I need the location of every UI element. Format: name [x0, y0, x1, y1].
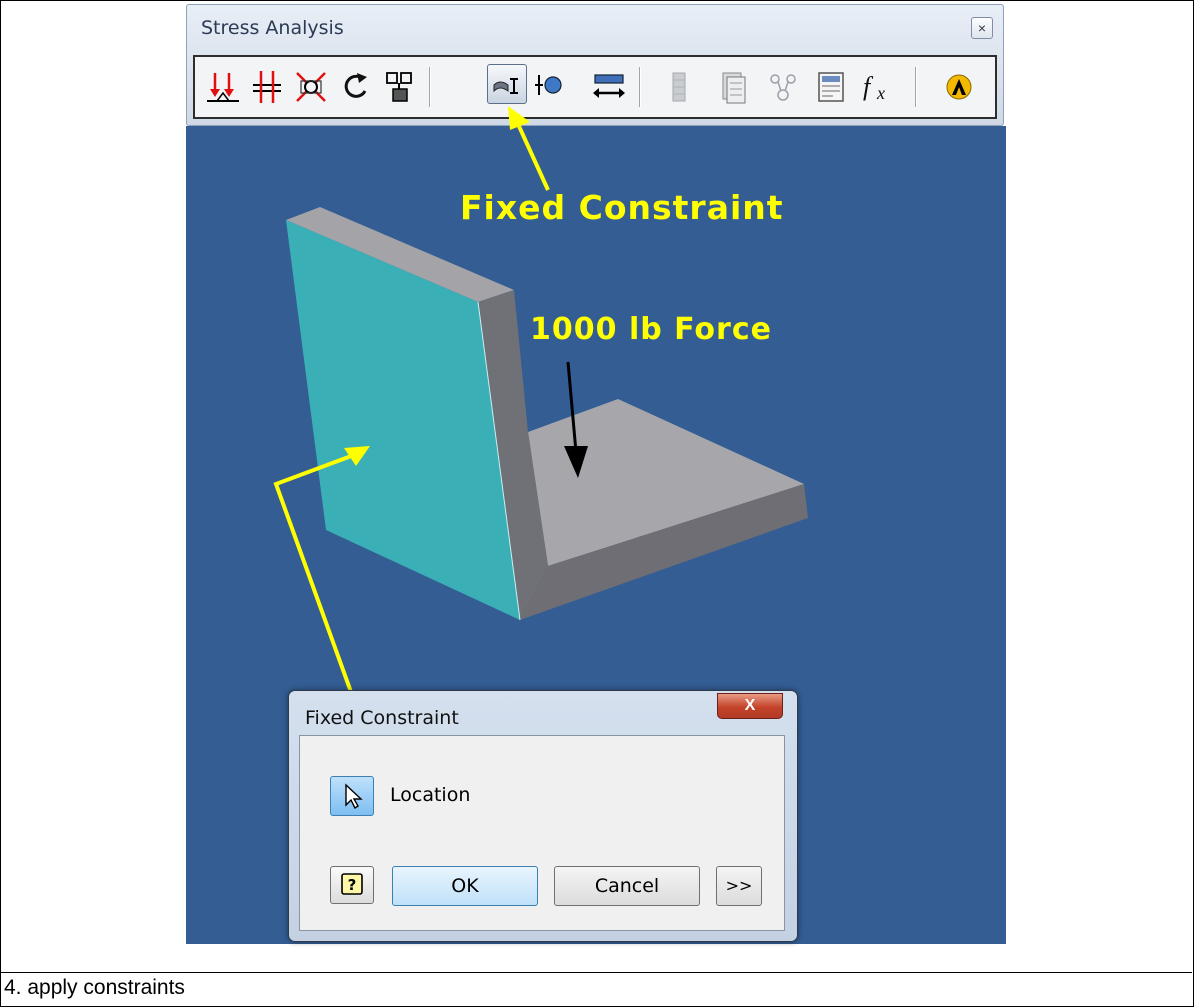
- expand-button[interactable]: >>: [716, 866, 762, 906]
- ok-button[interactable]: OK: [392, 866, 538, 906]
- caption-divider: [0, 972, 1192, 973]
- location-label: Location: [390, 784, 471, 806]
- fixed-constraint-arrow: [508, 106, 550, 191]
- help-button[interactable]: ?: [330, 866, 374, 904]
- cancel-button[interactable]: Cancel: [554, 866, 700, 906]
- force-annotation: 1000 lb Force: [530, 312, 772, 347]
- dialog-close-button[interactable]: X: [717, 693, 783, 719]
- dialog-title: Fixed Constraint: [305, 707, 459, 729]
- fixed-constraint-annotation: Fixed Constraint: [460, 188, 784, 227]
- help-icon: ?: [341, 873, 363, 895]
- fixed-constraint-dialog: Fixed Constraint X Location ? OK Cancel …: [288, 690, 798, 942]
- dialog-body: Location ? OK Cancel >>: [299, 735, 785, 931]
- svg-text:?: ?: [348, 876, 357, 894]
- figure-caption: 4. apply constraints: [4, 976, 185, 999]
- l-bracket-part[interactable]: [286, 207, 808, 621]
- location-select-button[interactable]: [330, 776, 374, 816]
- cursor-icon: [345, 783, 363, 810]
